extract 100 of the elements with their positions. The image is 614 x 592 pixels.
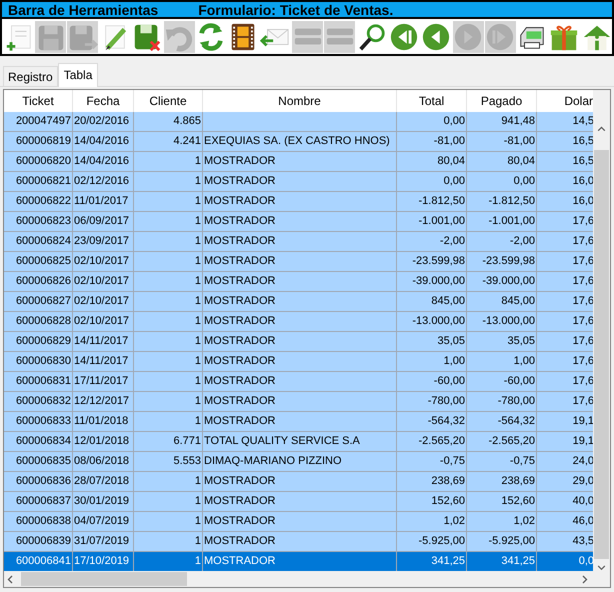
table-cell: 1 <box>194 535 201 547</box>
table-cell: MOSTRADOR <box>204 235 276 247</box>
table-cell: -39.000,00 <box>482 275 535 287</box>
table-cell: MOSTRADOR <box>204 375 276 387</box>
table-cell: 1,02 <box>514 515 535 527</box>
table-cell: -60,00 <box>434 375 465 387</box>
table-cell: 4.241 <box>173 135 201 147</box>
table-cell: 1 <box>194 315 201 327</box>
tab[interactable]: Tabla <box>58 63 98 87</box>
table-cell: -13.000,00 <box>412 315 465 327</box>
table-cell: 600006836 <box>16 475 71 487</box>
scroll-up-icon[interactable] <box>597 126 606 132</box>
table-cell: 30/01/2019 <box>74 495 130 507</box>
table-cell: 02/12/2016 <box>74 175 130 187</box>
table-cell: 12/01/2018 <box>74 435 130 447</box>
table-cell: 1 <box>194 515 201 527</box>
table-cell: 1 <box>194 275 201 287</box>
search-icon <box>356 22 387 52</box>
table-cell: 238,69 <box>431 475 465 487</box>
table-cell: 600006824 <box>16 235 71 247</box>
scroll-thumb[interactable] <box>594 150 610 560</box>
table-cell: -1.812,50 <box>488 195 535 207</box>
table-cell: 1 <box>194 215 201 227</box>
table-cell: 600006819 <box>16 135 71 147</box>
window-title: Barra de Herramientas <box>8 2 158 16</box>
table-cell: 1 <box>194 175 201 187</box>
table-cell: 1,02 <box>444 515 465 527</box>
table-cell: 1 <box>194 335 201 347</box>
table-cell: 35,05 <box>437 335 465 347</box>
table-cell: 600006827 <box>16 295 71 307</box>
table-cell: 238,69 <box>501 475 535 487</box>
table-cell: MOSTRADOR <box>204 475 276 487</box>
table-cell: 600006834 <box>16 435 71 447</box>
table-cell: 80,04 <box>437 155 465 167</box>
table-cell: MOSTRADOR <box>204 315 276 327</box>
table-cell: 04/07/2019 <box>74 515 130 527</box>
table-cell: 600006838 <box>16 515 71 527</box>
table-cell: -23.599,98 <box>482 255 535 267</box>
table-cell: 1 <box>194 495 201 507</box>
skip-forward-icon <box>485 22 516 52</box>
table-cell: 600006828 <box>16 315 71 327</box>
table-cell: 1 <box>194 475 201 487</box>
play-icon <box>453 22 484 52</box>
scroll-left-icon[interactable] <box>7 574 13 584</box>
table-cell: 600006829 <box>16 335 71 347</box>
table-cell: 02/10/2017 <box>74 315 130 327</box>
form-title: Formulario: Ticket de Ventas. <box>198 2 394 16</box>
table-cell: -2,00 <box>510 235 535 247</box>
table-cell: 845,00 <box>431 295 465 307</box>
table-cell: 14/11/2017 <box>74 335 128 347</box>
table-cell: 0,00 <box>444 115 465 127</box>
table-cell: -0,75 <box>510 455 535 467</box>
table-cell: 23/09/2017 <box>74 235 130 247</box>
table-cell: 600006825 <box>16 255 71 267</box>
table-cell: 08/06/2018 <box>74 455 130 467</box>
table-cell: 02/10/2017 <box>74 295 130 307</box>
table-cell: MOSTRADOR <box>204 295 276 307</box>
table-cell: 1 <box>194 195 201 207</box>
table-cell: -564,32 <box>498 415 535 427</box>
table-cell: 02/10/2017 <box>74 275 130 287</box>
table-cell: 200047497 <box>16 115 71 127</box>
table-cell: 845,00 <box>501 295 535 307</box>
table-cell: MOSTRADOR <box>204 335 276 347</box>
table-cell: 19,1 <box>572 435 594 447</box>
table-cell: 152,60 <box>501 495 535 507</box>
table-cell: 31/07/2019 <box>74 535 130 547</box>
table-cell: 1 <box>194 555 201 567</box>
table-cell: MOSTRADOR <box>204 215 276 227</box>
table-cell: 20/02/2016 <box>74 115 130 127</box>
table-cell: 14/11/2017 <box>74 355 128 367</box>
table-row[interactable]: 600006833 11/01/2018 1 MOSTRADOR -564,32 -564,32 19,1 <box>4 412 594 432</box>
scroll-down-icon[interactable] <box>597 565 606 571</box>
vertical-scrollbar[interactable] <box>593 90 610 571</box>
table-cell: 600006823 <box>16 215 71 227</box>
table-cell: MOSTRADOR <box>204 275 276 287</box>
table-cell: 35,05 <box>507 335 535 347</box>
table-cell: 600006826 <box>16 275 71 287</box>
table-cell: 1 <box>194 375 201 387</box>
horizontal-scrollbar[interactable] <box>4 571 610 587</box>
table-cell: 4.865 <box>173 115 201 127</box>
table-cell: -81,00 <box>434 135 465 147</box>
table-cell: 11/01/2018 <box>74 415 128 427</box>
table-row[interactable]: 600006834 12/01/2018 6.771 TOTAL QUALITY SERVICE S.A -2.565,20 -2.565,20 19,1 <box>4 432 594 452</box>
table-cell: -1.001,00 <box>418 215 465 227</box>
table-cell: -2.565,20 <box>488 435 535 447</box>
table-cell: 341,25 <box>501 555 535 567</box>
scroll-right-icon[interactable] <box>582 574 588 584</box>
table-cell: 17/11/2017 <box>74 375 128 387</box>
table-cell: 28/07/2018 <box>74 475 130 487</box>
skip-back-icon <box>388 22 419 52</box>
table-cell: 6.771 <box>173 435 201 447</box>
table-cell: -81,00 <box>504 135 535 147</box>
table-cell: 941,48 <box>501 115 535 127</box>
table-cell: -13.000,00 <box>482 315 535 327</box>
scroll-thumb[interactable] <box>21 572 187 586</box>
table-cell: -564,32 <box>428 415 465 427</box>
table-cell: -60,00 <box>504 375 535 387</box>
table-cell: 600006835 <box>16 455 71 467</box>
table-cell: 1 <box>194 415 201 427</box>
tab[interactable]: Registro <box>3 66 58 86</box>
